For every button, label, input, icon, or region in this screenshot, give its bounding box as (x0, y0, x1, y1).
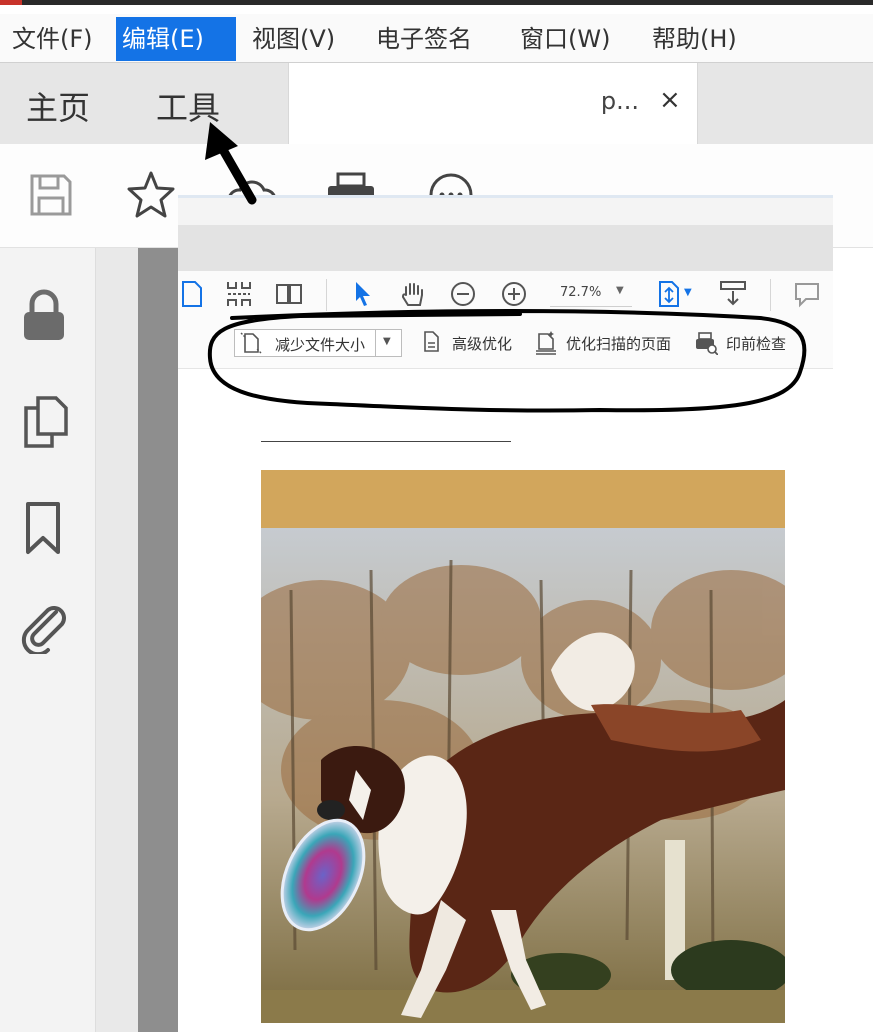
scanned-page-icon (536, 331, 556, 355)
copy-pages-icon[interactable] (20, 394, 68, 450)
zoom-level-value: 72.7% (560, 285, 602, 300)
select-pointer-icon[interactable] (348, 279, 378, 309)
advanced-optimize-icon (424, 331, 439, 352)
tab-bar: 主页 工具 p... × (0, 62, 873, 145)
toolbar-separator (326, 279, 327, 311)
two-page-icon[interactable] (274, 279, 304, 309)
menu-bar: 文件(F) 编辑(E) 视图(V) 电子签名 窗口(W) 帮助(H) (0, 14, 873, 64)
attachment-icon[interactable] (20, 598, 68, 654)
panel-gutter (96, 248, 138, 1032)
save-icon[interactable] (26, 170, 76, 220)
comment-icon[interactable] (792, 279, 822, 309)
app-accent-mark (0, 0, 22, 5)
preflight-label: 印前检查 (726, 335, 787, 353)
view-toolbar: 72.7% ▼ ▼ (178, 271, 833, 317)
optimize-scanned-pages-label: 优化扫描的页面 (566, 335, 672, 353)
tab-tools[interactable]: 工具 (156, 83, 220, 129)
menu-help[interactable]: 帮助(H) (646, 17, 743, 61)
bookmark-icon[interactable] (20, 500, 68, 556)
lock-icon[interactable] (20, 288, 68, 344)
advanced-optimization-label: 高级优化 (452, 335, 513, 353)
chevron-down-icon[interactable]: ▼ (616, 285, 624, 296)
menu-edit[interactable]: 编辑(E) (116, 17, 236, 61)
menu-window[interactable]: 窗口(W) (514, 17, 616, 61)
overlay-gray-bar (178, 225, 833, 271)
document-rule-line (261, 441, 511, 442)
tools-view-overlay: 72.7% ▼ ▼ 减少文件大小 ▼ 高级优化 优化扫描的页面 印前检查 (178, 195, 833, 1032)
photo-header-band (261, 470, 785, 528)
hand-icon[interactable] (398, 279, 428, 309)
redacted-filename (323, 83, 583, 127)
zoom-out-icon[interactable] (448, 279, 478, 309)
chevron-down-icon[interactable]: ▼ (383, 336, 391, 347)
left-navigation-panel (0, 248, 96, 1032)
menu-view[interactable]: 视图(V) (246, 17, 341, 61)
scroll-mode-icon[interactable] (718, 279, 748, 309)
overlay-header (178, 195, 833, 225)
window-top-border (0, 0, 873, 5)
organize-pages-icon[interactable] (224, 279, 254, 309)
optimize-toolbar: 减少文件大小 ▼ 高级优化 优化扫描的页面 印前检查 (178, 317, 833, 369)
star-icon[interactable] (126, 170, 176, 220)
print-inspect-icon (696, 332, 718, 355)
page-icon[interactable] (178, 279, 208, 309)
close-tab-button[interactable]: × (659, 85, 681, 115)
menu-file[interactable]: 文件(F) (6, 17, 99, 61)
reduce-file-size-dropdown[interactable]: 减少文件大小 ▼ (234, 329, 402, 357)
zoom-level-field[interactable]: 72.7% ▼ (550, 279, 632, 307)
document-canvas-background (138, 248, 178, 1032)
reduce-file-size-label: 减少文件大小 (275, 336, 366, 354)
tab-home[interactable]: 主页 (26, 83, 90, 129)
zoom-in-icon[interactable] (499, 279, 529, 309)
tab-document[interactable]: p... × (288, 63, 698, 145)
dog-frisbee-photo (261, 470, 785, 1023)
reduce-size-icon (240, 332, 262, 354)
fit-page-chevron-icon[interactable]: ▼ (684, 287, 692, 298)
fit-page-icon[interactable] (654, 279, 684, 309)
toolbar-separator (770, 279, 771, 311)
menu-e-signature[interactable]: 电子签名 (370, 17, 478, 61)
dropdown-divider (375, 330, 376, 356)
